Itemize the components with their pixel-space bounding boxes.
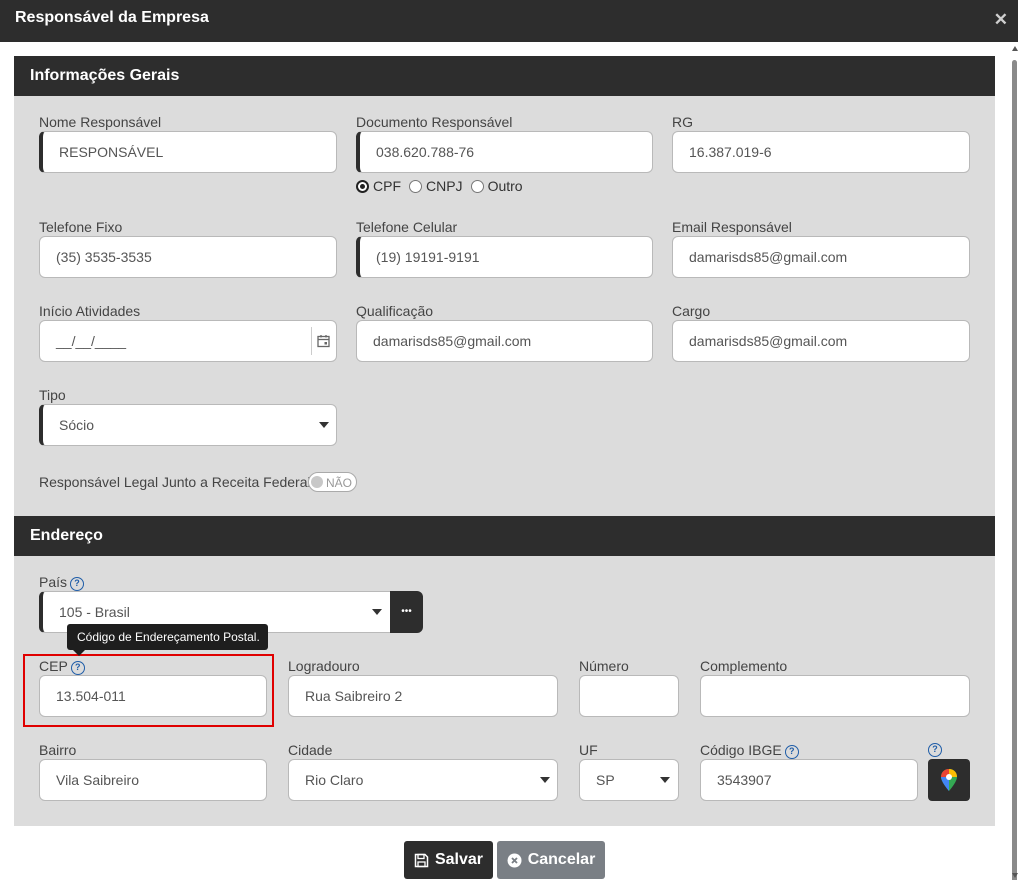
radio-cpf-label[interactable]: CPF: [373, 178, 401, 194]
cancel-label: Cancelar: [527, 851, 596, 868]
ibge-label-group: Código IBGE?: [700, 742, 799, 759]
qualificacao-label: Qualificação: [356, 303, 434, 319]
inicio-date-value: __/__/____: [56, 333, 127, 349]
documento-type-radios: CPF CNPJ Outro: [356, 178, 523, 194]
rg-input[interactable]: 16.387.019-6: [672, 131, 970, 173]
scroll-up-icon[interactable]: [1012, 46, 1018, 51]
pais-chevron-down-icon[interactable]: [372, 609, 382, 615]
toggle-knob: [311, 476, 323, 488]
inicio-date-input[interactable]: __/__/____: [39, 320, 337, 362]
cidade-label: Cidade: [288, 742, 333, 758]
close-icon[interactable]: ✕: [994, 10, 1008, 30]
pais-label-group: País?: [39, 574, 85, 591]
radio-cnpj-label[interactable]: CNPJ: [426, 178, 463, 194]
radio-cpf[interactable]: [356, 179, 369, 193]
ibge-label: Código IBGE: [700, 742, 782, 758]
scroll-down-icon[interactable]: [1012, 873, 1018, 878]
cargo-input[interactable]: damarisds85@gmail.com: [672, 320, 970, 362]
responsavel-legal-label: Responsável Legal Junto a Receita Federa…: [39, 474, 311, 490]
numero-label: Número: [579, 658, 629, 674]
cidade-select[interactable]: Rio Claro: [288, 759, 558, 801]
general-info-header: Informações Gerais: [14, 56, 995, 96]
calendar-icon[interactable]: [317, 334, 330, 348]
bairro-label: Bairro: [39, 742, 77, 758]
cancel-button[interactable]: Cancelar: [497, 841, 605, 879]
qualificacao-input[interactable]: damarisds85@gmail.com: [356, 320, 653, 362]
dialog-titlebar: Responsável da Empresa ✕: [0, 0, 1018, 42]
uf-chevron-down-icon[interactable]: [660, 777, 670, 783]
numero-input[interactable]: [579, 675, 679, 717]
complemento-label: Complemento: [700, 658, 788, 674]
telefone-celular-input[interactable]: (19) 19191-9191: [356, 236, 653, 278]
map-help-icon[interactable]: ?: [928, 743, 942, 757]
scrollbar-thumb[interactable]: [1012, 60, 1017, 880]
scrollbar[interactable]: [1011, 42, 1018, 880]
save-label: Salvar: [434, 851, 484, 868]
cidade-chevron-down-icon[interactable]: [540, 777, 550, 783]
dialog-title: Responsável da Empresa: [15, 9, 209, 26]
cancel-circle-x-icon: [507, 853, 522, 867]
email-label: Email Responsável: [672, 219, 792, 235]
documento-input[interactable]: 038.620.788-76: [356, 131, 653, 173]
telefone-fixo-input[interactable]: (35) 3535-3535: [39, 236, 337, 278]
tipo-select[interactable]: Sócio: [39, 404, 337, 446]
cep-tooltip: Código de Endereçamento Postal.: [67, 624, 268, 656]
map-button[interactable]: [928, 759, 970, 801]
bairro-input[interactable]: Vila Saibreiro: [39, 759, 267, 801]
address-header: Endereço: [14, 516, 995, 556]
uf-label: UF: [579, 742, 598, 758]
save-button[interactable]: Salvar: [404, 841, 493, 879]
logradouro-label: Logradouro: [288, 658, 360, 674]
email-input[interactable]: damarisds85@gmail.com: [672, 236, 970, 278]
radio-outro-label[interactable]: Outro: [488, 178, 523, 194]
pais-label: País: [39, 574, 68, 590]
date-divider: [311, 327, 312, 355]
nome-label: Nome Responsável: [39, 114, 162, 130]
ibge-input[interactable]: 3543907: [700, 759, 918, 801]
pais-help-icon[interactable]: ?: [70, 577, 85, 591]
documento-label: Documento Responsável: [356, 114, 513, 130]
telefone-fixo-label: Telefone Fixo: [39, 219, 123, 235]
cep-highlight-box: [23, 654, 274, 727]
inicio-label: Início Atividades: [39, 303, 141, 319]
toggle-text: NÃO: [326, 476, 353, 490]
radio-outro[interactable]: [470, 179, 484, 193]
map-pin-icon: [941, 769, 957, 791]
complemento-input[interactable]: [700, 675, 970, 717]
rg-label: RG: [672, 114, 693, 130]
save-icon: [414, 853, 429, 867]
telefone-celular-label: Telefone Celular: [356, 219, 458, 235]
logradouro-input[interactable]: Rua Saibreiro 2: [288, 675, 558, 717]
responsavel-legal-toggle[interactable]: NÃO: [308, 472, 357, 492]
tipo-label: Tipo: [39, 387, 66, 403]
cargo-label: Cargo: [672, 303, 711, 319]
radio-cnpj[interactable]: [409, 179, 422, 193]
tipo-chevron-down-icon[interactable]: [319, 422, 329, 428]
nome-input[interactable]: RESPONSÁVEL: [39, 131, 337, 173]
ibge-help-icon[interactable]: ?: [784, 745, 799, 759]
pais-more-button[interactable]: •••: [390, 591, 423, 633]
